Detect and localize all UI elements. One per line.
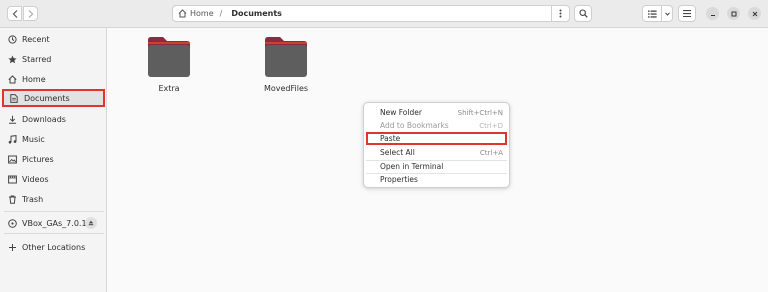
menu-item-open-in-terminal[interactable]: Open in Terminal bbox=[366, 160, 507, 173]
sidebar-item-music[interactable]: Music bbox=[2, 130, 105, 148]
sidebar: Recent Starred Home Documents Downloads … bbox=[0, 28, 107, 292]
chevron-right-icon bbox=[28, 9, 33, 18]
hamburger-menu-icon bbox=[683, 10, 691, 17]
sidebar-item-pictures[interactable]: Pictures bbox=[2, 150, 105, 168]
search-button[interactable] bbox=[574, 5, 592, 22]
sidebar-item-documents[interactable]: Documents bbox=[2, 89, 105, 107]
sidebar-item-label: Videos bbox=[22, 174, 49, 184]
sidebar-item-home[interactable]: Home bbox=[2, 70, 105, 88]
breadcrumb-home[interactable]: Home bbox=[190, 9, 214, 18]
search-icon bbox=[578, 9, 588, 18]
folder-name: Extra bbox=[158, 84, 180, 93]
menu-item-label: Add to Bookmarks bbox=[380, 121, 449, 130]
sidebar-item-label: Other Locations bbox=[22, 242, 86, 252]
main-menu-button[interactable] bbox=[678, 5, 696, 22]
header-bar: Home / Documents bbox=[0, 0, 768, 28]
eject-button[interactable] bbox=[85, 217, 97, 229]
menu-item-properties[interactable]: Properties bbox=[366, 173, 507, 186]
sidebar-item-videos[interactable]: Videos bbox=[2, 170, 105, 188]
sidebar-item-label: VBox_GAs_7.0.10 bbox=[22, 218, 92, 228]
breadcrumb-separator: / bbox=[219, 9, 223, 18]
list-view-icon bbox=[647, 10, 657, 18]
folder-item[interactable]: MovedFiles bbox=[246, 36, 326, 106]
sidebar-divider bbox=[4, 233, 104, 234]
menu-item-shortcut: Ctrl+A bbox=[479, 148, 503, 157]
plus-icon bbox=[7, 242, 17, 252]
menu-item-paste[interactable]: Paste bbox=[366, 132, 507, 145]
menu-item-shortcut: Shift+Ctrl+N bbox=[457, 108, 503, 117]
sidebar-item-starred[interactable]: Starred bbox=[2, 50, 105, 68]
sidebar-item-label: Recent bbox=[22, 34, 50, 44]
maximize-icon bbox=[731, 11, 736, 16]
folder-name: MovedFiles bbox=[263, 84, 309, 93]
maximize-button[interactable] bbox=[727, 7, 740, 20]
sidebar-item-label: Starred bbox=[22, 54, 52, 64]
path-bar[interactable]: Home / Documents bbox=[172, 5, 570, 22]
menu-item-label: New Folder bbox=[380, 108, 422, 117]
document-icon bbox=[9, 93, 19, 103]
sidebar-item-trash[interactable]: Trash bbox=[2, 190, 105, 208]
path-menu-button[interactable] bbox=[551, 5, 569, 22]
sidebar-item-device[interactable]: VBox_GAs_7.0.10 bbox=[2, 214, 105, 232]
context-menu: New Folder Shift+Ctrl+N Add to Bookmarks… bbox=[363, 102, 510, 188]
music-note-icon bbox=[7, 134, 17, 144]
home-icon bbox=[178, 9, 187, 18]
eject-icon bbox=[88, 220, 94, 226]
menu-item-label: Paste bbox=[380, 134, 401, 143]
chevron-left-icon bbox=[12, 9, 17, 18]
close-button[interactable] bbox=[748, 7, 761, 20]
sidebar-item-label: Music bbox=[22, 134, 45, 144]
chevron-down-icon bbox=[664, 11, 670, 16]
folder-icon bbox=[148, 37, 190, 77]
sidebar-item-label: Downloads bbox=[22, 114, 66, 124]
sidebar-item-label: Pictures bbox=[22, 154, 54, 164]
file-manager-window: Home / Documents Recent Starred Home Doc… bbox=[0, 0, 768, 292]
menu-item-label: Select All bbox=[380, 148, 415, 157]
minimize-icon bbox=[710, 14, 715, 16]
menu-item-shortcut: Ctrl+D bbox=[479, 121, 503, 130]
menu-item-label: Open in Terminal bbox=[380, 162, 444, 171]
picture-icon bbox=[7, 154, 17, 164]
star-icon bbox=[7, 54, 17, 64]
back-button[interactable] bbox=[7, 6, 22, 21]
sidebar-item-recent[interactable]: Recent bbox=[2, 30, 105, 48]
sidebar-item-label: Trash bbox=[22, 194, 44, 204]
sidebar-item-label: Home bbox=[22, 74, 46, 84]
view-toggle-button[interactable] bbox=[642, 5, 662, 22]
disc-icon bbox=[7, 218, 17, 228]
home-icon bbox=[7, 74, 17, 84]
trash-icon bbox=[7, 194, 17, 204]
download-icon bbox=[7, 114, 17, 124]
sidebar-item-other-locations[interactable]: Other Locations bbox=[2, 238, 105, 256]
forward-button[interactable] bbox=[23, 6, 38, 21]
view-options-button[interactable] bbox=[662, 5, 673, 22]
sidebar-divider bbox=[4, 211, 104, 212]
folder-icon bbox=[265, 37, 307, 77]
menu-item-label: Properties bbox=[380, 175, 418, 184]
video-icon bbox=[7, 174, 17, 184]
menu-item-new-folder[interactable]: New Folder Shift+Ctrl+N bbox=[366, 106, 507, 119]
sidebar-item-label: Documents bbox=[24, 93, 70, 103]
menu-item-add-to-bookmarks: Add to Bookmarks Ctrl+D bbox=[366, 119, 507, 132]
minimize-button[interactable] bbox=[706, 7, 719, 20]
folder-item[interactable]: Extra bbox=[129, 36, 209, 106]
clock-icon bbox=[7, 34, 17, 44]
breadcrumb-documents[interactable]: Documents bbox=[231, 9, 282, 18]
vertical-dots-icon bbox=[559, 9, 562, 18]
close-icon bbox=[752, 11, 757, 16]
sidebar-item-downloads[interactable]: Downloads bbox=[2, 110, 105, 128]
menu-item-select-all[interactable]: Select All Ctrl+A bbox=[366, 146, 507, 159]
